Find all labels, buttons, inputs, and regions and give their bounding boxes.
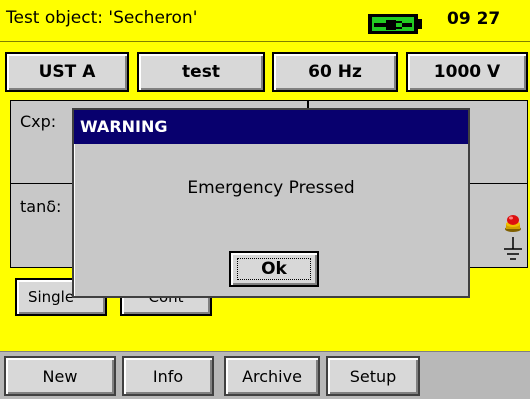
info-button[interactable]: Info (122, 356, 214, 396)
dialog-message: Emergency Pressed (187, 178, 355, 198)
new-button[interactable]: New (4, 356, 116, 396)
archive-button[interactable]: Archive (224, 356, 320, 396)
single-mode-label: Single (27, 288, 75, 306)
dialog-title: WARNING (80, 117, 168, 136)
clock: 09 27 (447, 9, 501, 29)
battery-charge-indicator (372, 17, 414, 31)
focus-rectangle (237, 258, 311, 280)
cxp-label: Cxp: (20, 112, 57, 131)
mode-ust-a-button[interactable]: UST A (5, 52, 129, 92)
test-button[interactable]: test (137, 52, 265, 92)
emergency-stop-icon (504, 213, 522, 233)
battery-terminal (418, 19, 422, 29)
tan-delta-label: tanδ: (20, 197, 62, 216)
ground-icon (502, 237, 524, 263)
voltage-button[interactable]: 1000 V (406, 52, 528, 92)
window-title: Test object: 'Secheron' (6, 8, 198, 28)
setup-button[interactable]: Setup (326, 356, 420, 396)
plug-icon (374, 20, 412, 30)
frequency-button[interactable]: 60 Hz (272, 52, 398, 92)
ok-button[interactable]: Ok (229, 251, 319, 287)
